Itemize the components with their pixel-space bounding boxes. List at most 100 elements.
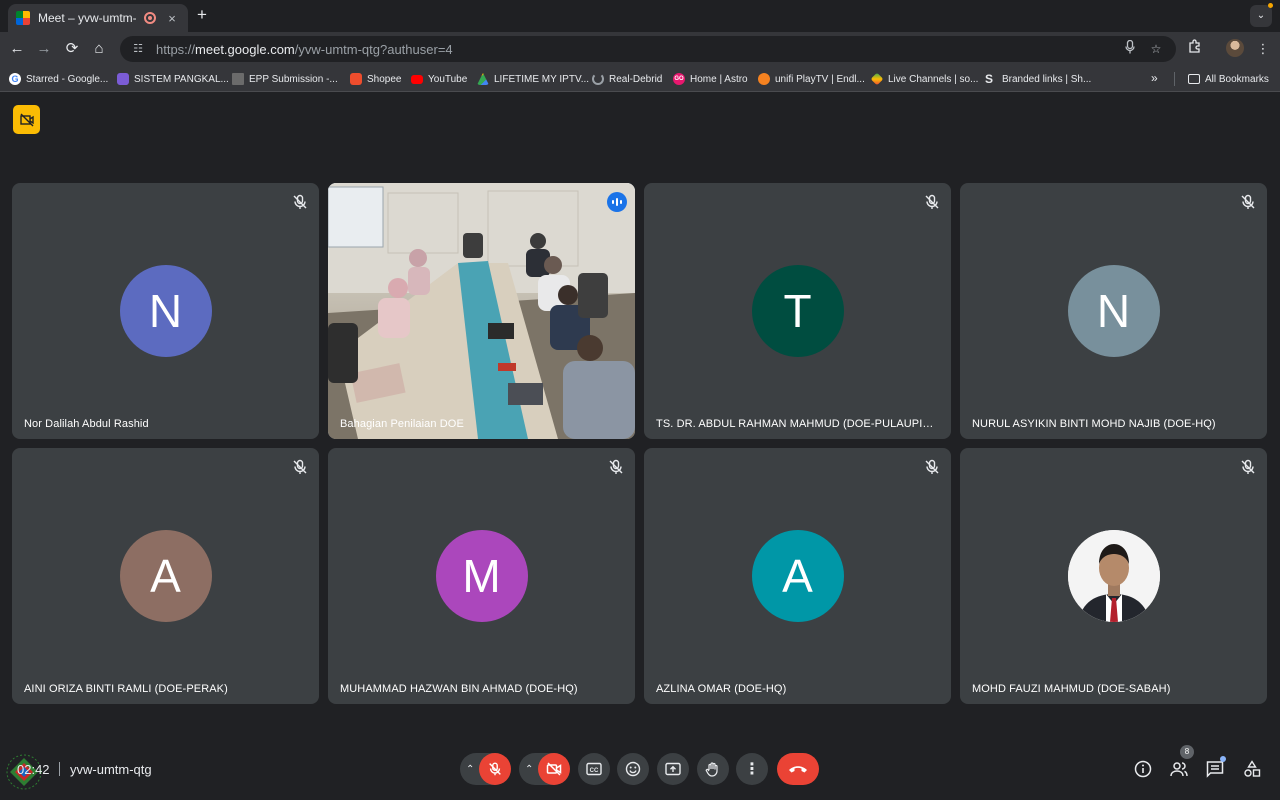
captions-button[interactable]: CC xyxy=(578,753,610,785)
back-button[interactable]: ← xyxy=(7,39,27,59)
mic-off-icon xyxy=(293,194,307,209)
address-bar[interactable]: ☷ https://meet.google.com/yvw-umtm-qtg?a… xyxy=(120,36,1176,62)
bookmarks-bar: G Starred - Google... SISTEM PANGKAL... … xyxy=(0,66,1280,92)
present-icon xyxy=(665,762,681,776)
unifi-icon xyxy=(758,73,770,85)
avatar: N xyxy=(119,265,212,357)
people-icon[interactable] xyxy=(1169,760,1189,778)
profile-photo xyxy=(1067,530,1160,622)
diamond-icon xyxy=(870,72,884,86)
bookmark-item[interactable]: unifi PlayTV | Endl... xyxy=(758,71,865,87)
mic-off-icon xyxy=(925,459,939,474)
extensions-icon[interactable] xyxy=(1184,39,1206,59)
mic-off-icon xyxy=(609,459,623,474)
url-text[interactable]: https://meet.google.com/yvw-umtm-qtg?aut… xyxy=(156,42,1114,57)
mic-off-icon xyxy=(1241,194,1255,209)
profile-avatar[interactable] xyxy=(1226,39,1244,57)
mic-off-icon xyxy=(293,459,307,474)
video-feed xyxy=(328,183,635,439)
bookmark-item[interactable]: Live Channels | so... xyxy=(870,71,978,87)
notification-dot-icon xyxy=(1268,3,1273,8)
go-icon: GO xyxy=(673,73,685,85)
microphone-toggle-button[interactable] xyxy=(479,753,511,785)
bookmark-item[interactable]: YouTube xyxy=(411,71,467,87)
microphone-icon[interactable] xyxy=(1120,39,1140,58)
participant-name: MOHD FAUZI MAHMUD (DOE-SABAH) xyxy=(972,683,1171,695)
chat-icon[interactable] xyxy=(1205,760,1225,778)
bookmark-item[interactable]: S Branded links | Sh... xyxy=(985,71,1091,87)
meeting-code: yvw-umtm-qtg xyxy=(70,762,152,777)
chevron-up-icon: ⌃ xyxy=(525,763,534,775)
participant-tile-video[interactable]: Bahagian Penilaian DOE xyxy=(328,183,635,439)
bookmark-item[interactable]: G Starred - Google... xyxy=(9,71,108,87)
bookmark-label: LIFETIME MY IPTV... xyxy=(494,73,590,85)
camera-off-notice-icon[interactable] xyxy=(13,105,40,134)
participant-tile[interactable]: MOHD FAUZI MAHMUD (DOE-SABAH) xyxy=(960,448,1267,704)
google-icon: G xyxy=(9,73,21,85)
meet-stage: N Nor Dalilah Abdul Rashid Bahagian Peni… xyxy=(0,92,1280,800)
bookmark-item[interactable]: Shopee xyxy=(350,71,401,87)
more-options-button[interactable]: ⋮ xyxy=(736,753,768,785)
chrome-menu-icon[interactable]: ⋮ xyxy=(1252,39,1274,59)
bookmark-label: EPP Submission -... xyxy=(249,73,338,85)
reactions-button[interactable] xyxy=(617,753,649,785)
recording-indicator-icon xyxy=(144,12,156,24)
tab-title: Meet – yvw-umtm-qtg xyxy=(38,11,136,25)
meet-favicon-icon xyxy=(16,11,30,25)
site-info-icon[interactable]: ☷ xyxy=(130,41,146,57)
all-bookmarks-button[interactable]: All Bookmarks xyxy=(1188,71,1269,87)
all-bookmarks-label: All Bookmarks xyxy=(1205,73,1269,85)
url-scheme: https:// xyxy=(156,41,196,57)
drive-icon xyxy=(477,73,489,85)
bookmark-item[interactable]: Real-Debrid xyxy=(592,71,662,87)
emoji-icon xyxy=(625,761,641,777)
bookmark-item[interactable]: LIFETIME MY IPTV... xyxy=(477,71,589,87)
bookmark-label: Starred - Google... xyxy=(26,73,109,85)
bookmark-item[interactable]: EPP Submission -... xyxy=(232,71,338,87)
mic-off-icon xyxy=(1241,459,1255,474)
tab-close-icon[interactable]: × xyxy=(164,11,180,26)
forward-button[interactable]: → xyxy=(34,39,54,59)
raise-hand-button[interactable] xyxy=(697,753,729,785)
tab-meet[interactable]: Meet – yvw-umtm-qtg × xyxy=(8,4,188,32)
home-button[interactable]: ⌂ xyxy=(89,39,109,59)
participant-tile[interactable]: N NURUL ASYIKIN BINTI MOHD NAJIB (DOE-HQ… xyxy=(960,183,1267,439)
mic-off-icon xyxy=(925,194,939,209)
bookmark-item[interactable]: GO Home | Astro xyxy=(673,71,748,87)
svg-text:CC: CC xyxy=(590,768,599,774)
reload-button[interactable]: ⟳ xyxy=(62,39,82,59)
participant-tile[interactable]: T TS. DR. ABDUL RAHMAN MAHMUD (DOE-PULAU… xyxy=(644,183,951,439)
tab-search-button[interactable]: ⌄ xyxy=(1250,5,1272,27)
bookmark-label: unifi PlayTV | Endl... xyxy=(775,73,865,85)
participant-tile[interactable]: M MUHAMMAD HAZWAN BIN AHMAD (DOE-HQ) xyxy=(328,448,635,704)
meeting-clock: 02:42 xyxy=(17,762,50,777)
leave-call-button[interactable] xyxy=(777,753,819,785)
new-tab-button[interactable]: + xyxy=(193,6,211,24)
more-vert-icon: ⋮ xyxy=(744,761,760,778)
meeting-details-icon[interactable] xyxy=(1133,760,1153,778)
mic-off-icon xyxy=(489,762,501,776)
participant-tile[interactable]: A AZLINA OMAR (DOE-HQ) xyxy=(644,448,951,704)
activities-icon[interactable] xyxy=(1242,760,1262,778)
hand-icon xyxy=(705,762,718,777)
participant-tile[interactable]: A AINI ORIZA BINTI RAMLI (DOE-PERAK) xyxy=(12,448,319,704)
more-bookmarks-button[interactable]: » xyxy=(1151,71,1158,85)
people-count-badge: 8 xyxy=(1180,745,1194,759)
url-host: meet.google.com xyxy=(195,41,295,57)
present-screen-button[interactable] xyxy=(657,753,689,785)
bookmark-item[interactable]: SISTEM PANGKAL... xyxy=(117,71,229,87)
spinner-icon xyxy=(592,73,604,85)
bookmark-label: Shopee xyxy=(367,73,402,85)
bookmarks-divider xyxy=(1174,72,1175,86)
youtube-icon xyxy=(411,74,423,84)
avatar: M xyxy=(435,530,528,622)
camera-toggle-button[interactable] xyxy=(538,753,570,785)
browser-toolbar: ← → ⟳ ⌂ ☷ https://meet.google.com/yvw-um… xyxy=(0,32,1280,66)
bookmark-star-icon[interactable]: ☆ xyxy=(1146,40,1166,58)
bookmark-label: YouTube xyxy=(428,73,468,85)
building-icon xyxy=(232,73,244,85)
chevron-up-icon: ⌃ xyxy=(466,763,475,775)
url-path: /yvw-umtm-qtg?authuser=4 xyxy=(294,41,453,57)
participant-name: Bahagian Penilaian DOE xyxy=(340,418,464,430)
participant-tile[interactable]: N Nor Dalilah Abdul Rashid xyxy=(12,183,319,439)
